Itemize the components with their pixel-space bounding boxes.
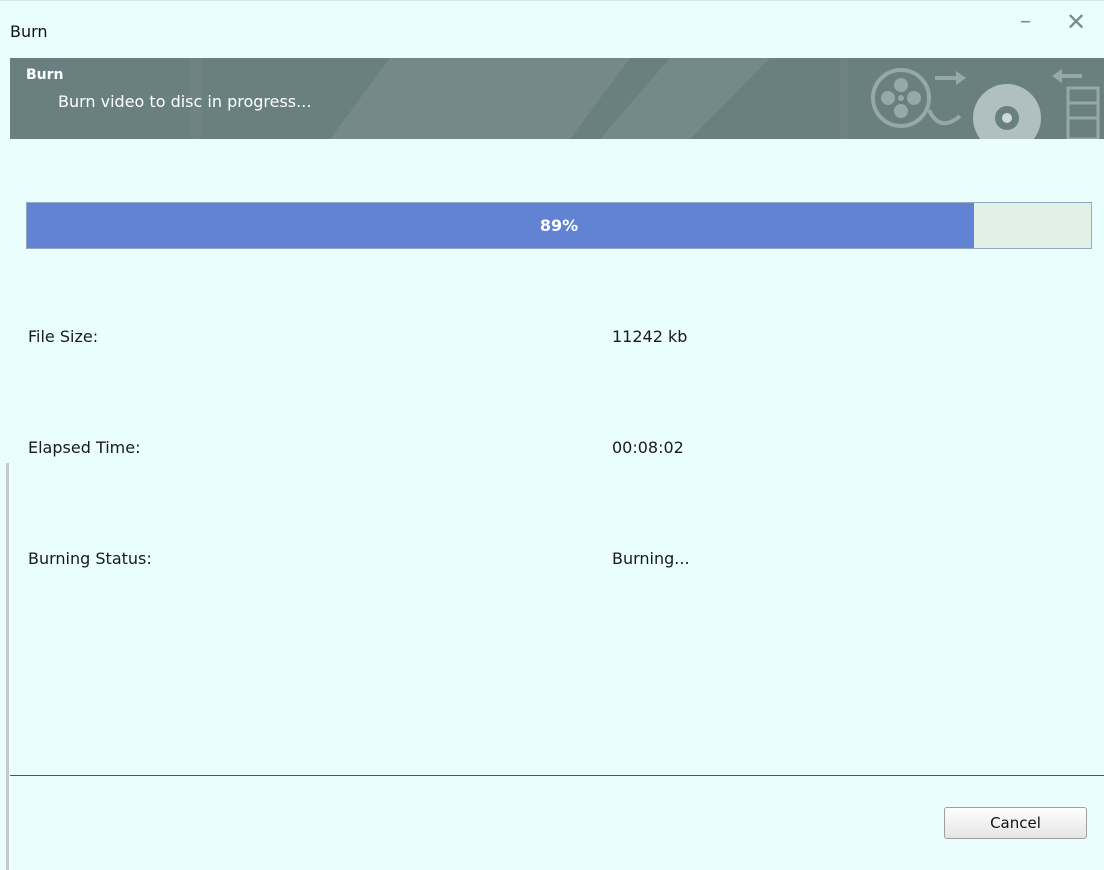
burn-window: Burn – ✕ Burn Burn video to disc in prog… [0, 0, 1104, 870]
banner-subtitle: Burn video to disc in progress... [58, 92, 312, 111]
file-size-value: 11242 kb [612, 327, 688, 346]
minimize-button[interactable]: – [1020, 9, 1031, 35]
close-button[interactable]: ✕ [1066, 9, 1086, 35]
file-size-label: File Size: [28, 327, 99, 346]
burning-status-value: Burning... [612, 549, 690, 568]
arrow-right-icon [935, 71, 966, 85]
window-edge [6, 463, 9, 870]
progress-percent-label: 89% [539, 216, 579, 235]
title-bar: Burn – ✕ [0, 0, 1104, 59]
burn-progress-bar: 89% [26, 202, 1092, 249]
arrow-left-icon [1052, 69, 1082, 83]
header-banner: Burn Burn video to disc in progress... [10, 58, 1104, 139]
burning-status-label: Burning Status: [28, 549, 152, 568]
elapsed-time-label: Elapsed Time: [28, 438, 141, 457]
banner-title: Burn [26, 67, 64, 83]
elapsed-time-value: 00:08:02 [612, 438, 684, 457]
footer-divider [10, 775, 1104, 776]
film-strip-icon [1066, 86, 1100, 139]
disc-icon [973, 84, 1041, 139]
window-title: Burn [10, 22, 48, 41]
cancel-button[interactable]: Cancel [944, 807, 1087, 839]
